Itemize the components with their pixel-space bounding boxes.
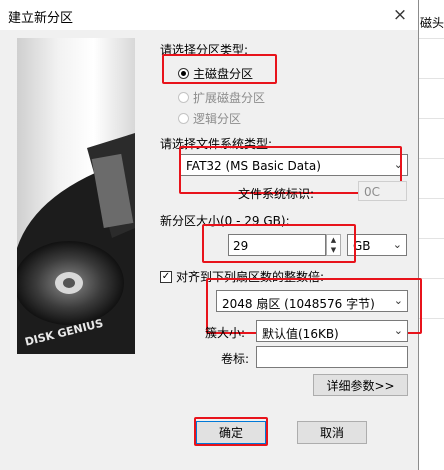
cluster-value: 默认值(16KB) [262, 327, 339, 341]
filesystem-label: 请选择文件系统类型: [160, 137, 273, 151]
background-column-label: 磁头 [420, 16, 444, 30]
filesystem-id-value: 0C [364, 185, 381, 199]
hard-disk-illustration: DISK GENIUS [17, 133, 135, 354]
radio-button-selected[interactable] [178, 68, 189, 79]
align-label: 对齐到下列扇区数的整数倍: [176, 270, 325, 284]
radio-extended[interactable]: 扩展磁盘分区 [178, 89, 265, 106]
align-select[interactable]: 2048 扇区 (1048576 字节) ⌄ [216, 290, 408, 312]
align-value: 2048 扇区 (1048576 字节) [222, 297, 375, 311]
disk-image-panel: DISK GENIUS [17, 38, 135, 354]
size-unit-select[interactable]: GB ⌄ [347, 234, 407, 256]
chevron-down-icon: ⌄ [393, 294, 403, 307]
chevron-down-icon: ⌄ [392, 238, 402, 251]
stepper-up-icon[interactable]: ▲ [327, 235, 340, 245]
details-button[interactable]: 详细参数>> [313, 374, 408, 396]
stepper-down-icon[interactable]: ▼ [327, 245, 340, 255]
radio-logical-label: 逻辑分区 [193, 112, 242, 126]
ok-button[interactable]: 确定 [196, 421, 266, 444]
size-input[interactable]: 29 [228, 234, 326, 256]
partition-type-label: 请选择分区类型: [160, 43, 249, 57]
align-checkbox-row[interactable]: ✓ 对齐到下列扇区数的整数倍: [160, 268, 324, 285]
filesystem-value: FAT32 (MS Basic Data) [186, 159, 321, 173]
align-checkbox[interactable]: ✓ [160, 270, 172, 283]
size-unit-value: GB [353, 239, 371, 253]
radio-logical[interactable]: 逻辑分区 [178, 110, 241, 127]
radio-primary[interactable]: 主磁盘分区 [178, 65, 253, 82]
volume-label: 卷标: [221, 352, 250, 366]
radio-extended-label: 扩展磁盘分区 [193, 91, 266, 105]
filesystem-id-field[interactable]: 0C [358, 181, 407, 201]
filesystem-id-label: 文件系统标识: [238, 187, 315, 201]
background-app [418, 0, 444, 470]
radio-button[interactable] [178, 92, 189, 103]
cluster-select[interactable]: 默认值(16KB) ⌄ [256, 320, 408, 342]
size-label: 新分区大小(0 - 29 GB): [160, 214, 290, 228]
window-title: 建立新分区 [8, 11, 74, 26]
volume-input[interactable] [256, 346, 408, 368]
size-stepper[interactable]: ▲ ▼ [326, 234, 341, 256]
chevron-down-icon: ⌄ [393, 324, 403, 337]
radio-primary-label: 主磁盘分区 [193, 67, 254, 81]
close-icon[interactable]: × [388, 3, 412, 27]
filesystem-select[interactable]: FAT32 (MS Basic Data) ⌄ [180, 154, 408, 176]
size-value: 29 [233, 239, 249, 253]
radio-button[interactable] [178, 113, 189, 124]
cluster-label: 簇大小: [205, 326, 246, 340]
cancel-button[interactable]: 取消 [297, 421, 367, 444]
chevron-down-icon: ⌄ [393, 158, 403, 171]
